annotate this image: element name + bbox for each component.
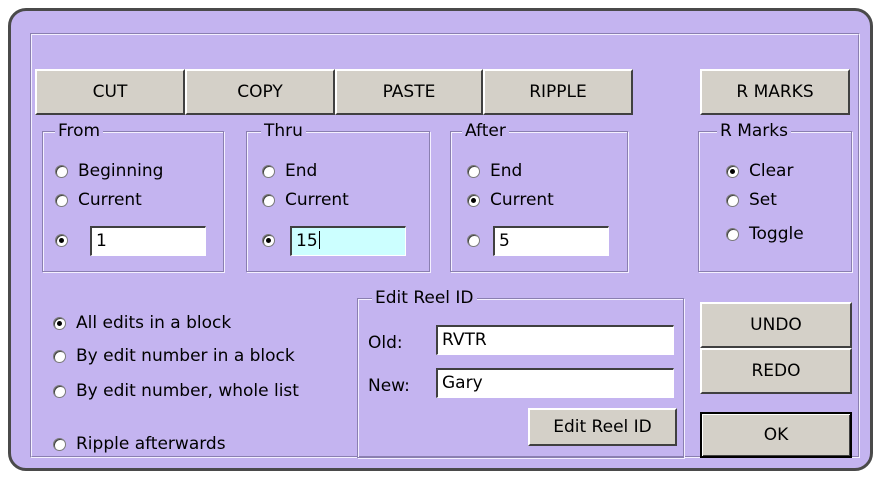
- after-value-option[interactable]: [467, 234, 490, 247]
- mode-by-edit-block-radio[interactable]: [53, 349, 66, 363]
- thru-end-radio[interactable]: [262, 164, 275, 178]
- mode-all-edits-radio[interactable]: [53, 316, 66, 330]
- from-input[interactable]: 1: [90, 226, 206, 256]
- paste-button[interactable]: PASTE: [335, 69, 483, 115]
- edit-reel-id-title: Edit Reel ID: [372, 288, 477, 308]
- after-value-radio[interactable]: [467, 234, 480, 247]
- ripple-button[interactable]: RIPPLE: [483, 69, 633, 115]
- edit-reel-id-button[interactable]: Edit Reel ID: [528, 408, 677, 446]
- thru-value-radio[interactable]: [262, 234, 275, 247]
- thru-current-option[interactable]: Current: [262, 190, 349, 210]
- old-reel-input[interactable]: RVTR: [436, 325, 674, 355]
- mode-all-edits-label: All edits in a block: [76, 313, 232, 333]
- after-group-title: After: [462, 121, 509, 141]
- thru-end-label: End: [285, 161, 318, 181]
- after-end-label: End: [490, 161, 523, 181]
- r-marks-clear-label: Clear: [749, 161, 794, 181]
- thru-value-option[interactable]: [262, 234, 285, 247]
- after-current-label: Current: [490, 190, 554, 210]
- ripple-afterwards-radio[interactable]: [53, 437, 66, 451]
- r-marks-toggle-radio[interactable]: [726, 227, 739, 241]
- from-current-label: Current: [78, 190, 142, 210]
- copy-button[interactable]: COPY: [185, 69, 335, 115]
- after-end-option[interactable]: End: [467, 161, 522, 181]
- ripple-afterwards-label: Ripple afterwards: [76, 434, 226, 454]
- from-beginning-label: Beginning: [78, 161, 164, 181]
- from-beginning-radio[interactable]: [55, 164, 68, 178]
- r-marks-set-option[interactable]: Set: [726, 190, 777, 210]
- undo-button[interactable]: UNDO: [700, 302, 852, 348]
- mode-by-edit-list-label: By edit number, whole list: [76, 381, 299, 401]
- from-current-option[interactable]: Current: [55, 190, 142, 210]
- r-marks-clear-option[interactable]: Clear: [726, 161, 793, 181]
- old-reel-label: Old:: [368, 333, 403, 353]
- from-value-option[interactable]: [55, 234, 78, 247]
- mode-by-edit-list-radio[interactable]: [53, 384, 66, 398]
- thru-input-text: 15: [296, 231, 318, 251]
- thru-input[interactable]: 15: [290, 226, 406, 256]
- r-marks-toggle-label: Toggle: [749, 224, 804, 244]
- thru-group-title: Thru: [261, 121, 306, 141]
- mode-by-edit-block-option[interactable]: By edit number in a block: [53, 346, 295, 366]
- ok-button[interactable]: OK: [700, 412, 852, 458]
- r-marks-set-radio[interactable]: [726, 193, 739, 207]
- after-current-option[interactable]: Current: [467, 190, 554, 210]
- r-marks-set-label: Set: [749, 190, 777, 210]
- after-current-radio[interactable]: [467, 193, 480, 207]
- from-current-radio[interactable]: [55, 193, 68, 207]
- text-caret: [318, 231, 320, 249]
- new-reel-label: New:: [368, 376, 410, 396]
- new-reel-input[interactable]: Gary: [436, 368, 674, 398]
- after-input[interactable]: 5: [493, 226, 609, 256]
- r-marks-clear-radio[interactable]: [726, 164, 739, 178]
- thru-end-option[interactable]: End: [262, 161, 317, 181]
- r-marks-button[interactable]: R MARKS: [700, 69, 850, 115]
- cut-button[interactable]: CUT: [35, 69, 185, 115]
- after-end-radio[interactable]: [467, 164, 480, 178]
- from-beginning-option[interactable]: Beginning: [55, 161, 163, 181]
- r-marks-toggle-option[interactable]: Toggle: [726, 224, 804, 244]
- r-marks-group-title: R Marks: [717, 121, 791, 141]
- ripple-afterwards-option[interactable]: Ripple afterwards: [53, 434, 226, 454]
- thru-current-radio[interactable]: [262, 193, 275, 207]
- from-group-title: From: [55, 121, 104, 141]
- mode-all-edits-option[interactable]: All edits in a block: [53, 313, 231, 333]
- thru-current-label: Current: [285, 190, 349, 210]
- from-value-radio[interactable]: [55, 234, 68, 247]
- mode-by-edit-block-label: By edit number in a block: [76, 346, 295, 366]
- mode-by-edit-list-option[interactable]: By edit number, whole list: [53, 381, 299, 401]
- redo-button[interactable]: REDO: [700, 348, 852, 394]
